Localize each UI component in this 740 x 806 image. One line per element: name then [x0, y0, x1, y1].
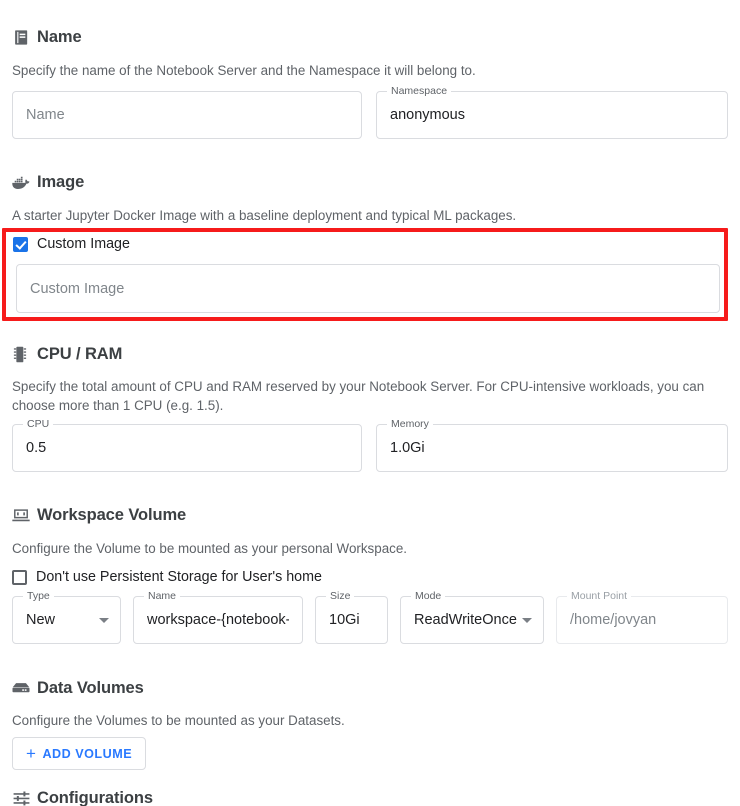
workspace-mode-value: ReadWriteOnce	[414, 612, 517, 628]
cpu-input-label: CPU	[23, 418, 54, 430]
workspace-type-value: New	[26, 612, 56, 628]
book-icon	[12, 28, 30, 46]
cpu-input[interactable]: CPU 0.5	[12, 418, 362, 472]
workspace-mount-point-placeholder: /home/jovyan	[570, 612, 657, 628]
add-volume-button[interactable]: + ADD VOLUME	[12, 737, 147, 770]
section-title-image: Image	[37, 173, 85, 191]
section-cpuram-header: CPU / RAM	[12, 344, 122, 364]
no-persistent-storage-checkbox[interactable]	[12, 569, 27, 585]
docker-whale-icon	[12, 173, 30, 191]
section-title-datavolumes: Data Volumes	[37, 679, 144, 697]
chevron-down-icon[interactable]	[522, 618, 532, 623]
section-desc-name: Specify the name of the Notebook Server …	[12, 63, 476, 78]
name-input[interactable]: Name	[12, 91, 362, 139]
workspace-type-select[interactable]: Type New	[12, 590, 121, 644]
workspace-mount-point-input[interactable]: Mount Point /home/jovyan	[556, 590, 728, 644]
chevron-down-icon[interactable]	[99, 618, 109, 623]
memory-input-value: 1.0Gi	[390, 440, 425, 456]
no-persistent-storage-checkbox-label: Don't use Persistent Storage for User's …	[36, 569, 322, 585]
section-title-cpuram: CPU / RAM	[37, 345, 123, 363]
custom-image-checkbox-label: Custom Image	[37, 236, 130, 252]
section-title-workspace: Workspace Volume	[37, 506, 187, 524]
workspace-size-input[interactable]: Size 10Gi	[315, 590, 388, 644]
notebook-server-form: Name Specify the name of the Notebook Se…	[0, 0, 740, 806]
workspace-mount-point-label: Mount Point	[567, 590, 632, 602]
name-input-placeholder: Name	[26, 107, 65, 123]
section-datavolumes-header: Data Volumes	[12, 678, 144, 698]
section-desc-image: A starter Jupyter Docker Image with a ba…	[12, 208, 517, 223]
workspace-mode-select[interactable]: Mode ReadWriteOnce	[400, 590, 544, 644]
workspace-mode-label: Mode	[411, 590, 446, 602]
sliders-icon	[12, 789, 30, 806]
plus-icon: +	[26, 743, 37, 763]
add-volume-button-label: ADD VOLUME	[42, 746, 133, 761]
storage-disk-icon	[12, 679, 30, 697]
memory-input-label: Memory	[387, 418, 433, 430]
custom-image-checkbox-row[interactable]: Custom Image	[13, 236, 130, 252]
custom-image-checkbox[interactable]	[13, 236, 28, 252]
custom-image-input-placeholder: Custom Image	[30, 280, 125, 297]
section-title-name: Name	[37, 28, 82, 46]
workspace-type-label: Type	[23, 590, 54, 602]
namespace-input-label: Namespace	[387, 85, 452, 97]
custom-image-input[interactable]: Custom Image	[16, 264, 720, 313]
section-desc-workspace: Configure the Volume to be mounted as yo…	[12, 541, 408, 556]
workspace-size-value: 10Gi	[329, 612, 360, 628]
memory-chip-icon	[12, 345, 30, 363]
workspace-name-label: Name	[144, 590, 181, 602]
workspace-size-label: Size	[326, 590, 355, 602]
section-desc-datavolumes: Configure the Volumes to be mounted as y…	[12, 713, 345, 728]
section-configurations-header: Configurations	[12, 788, 153, 806]
laptop-icon	[12, 506, 30, 524]
namespace-input-value: anonymous	[390, 107, 465, 123]
section-desc-cpuram: Specify the total amount of CPU and RAM …	[12, 379, 705, 413]
section-title-configurations: Configurations	[37, 789, 153, 806]
namespace-input[interactable]: Namespace anonymous	[376, 85, 728, 139]
memory-input[interactable]: Memory 1.0Gi	[376, 418, 728, 472]
no-persistent-storage-checkbox-row[interactable]: Don't use Persistent Storage for User's …	[12, 569, 322, 585]
section-name-header: Name	[12, 27, 82, 47]
section-workspace-header: Workspace Volume	[12, 505, 186, 525]
cpu-input-value: 0.5	[26, 440, 47, 456]
workspace-name-input[interactable]: Name workspace-{notebook-nam	[133, 590, 303, 644]
workspace-name-value: workspace-{notebook-nam	[147, 612, 289, 628]
section-image-header: Image	[12, 172, 84, 192]
